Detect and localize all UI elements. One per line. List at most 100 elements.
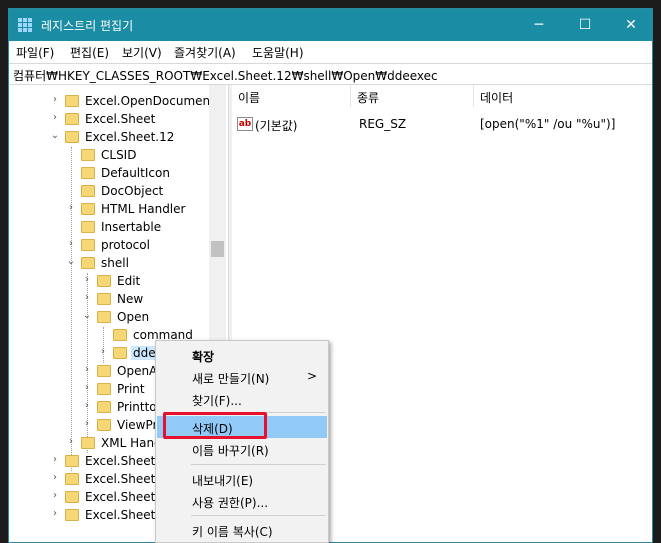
tree-item-protocol[interactable]: › protocol xyxy=(9,236,209,254)
expand-chevron-icon[interactable]: › xyxy=(82,364,92,375)
expand-chevron-icon[interactable]: › xyxy=(82,400,92,411)
registry-editor-icon xyxy=(18,18,32,32)
tree-item-label: Insertable xyxy=(101,220,162,234)
minimize-button[interactable]: ─ xyxy=(516,9,562,41)
menu-help[interactable]: 도움말(H) xyxy=(252,44,304,61)
expand-chevron-icon[interactable]: › xyxy=(50,472,60,483)
folder-icon xyxy=(65,113,79,125)
column-header-label: 이름 xyxy=(238,91,261,105)
context-menu-export[interactable]: 내보내기(E) xyxy=(157,468,327,490)
folder-icon xyxy=(81,203,95,215)
folder-icon xyxy=(65,455,79,467)
context-menu-copy-key-name[interactable]: 키 이름 복사(C) xyxy=(157,519,327,541)
tree-item-edit[interactable]: › Edit xyxy=(9,272,209,290)
folder-icon xyxy=(113,347,127,359)
tree-item-shell[interactable]: ⌄ shell xyxy=(9,254,209,272)
registry-editor-window: 레지스트리 편집기 ─ ☐ ✕ 파일(F) 편집(E) 보기(V) 즐겨찾기(A… xyxy=(8,8,653,543)
context-menu-new[interactable]: 새로 만들기(N) > xyxy=(157,366,327,388)
expand-chevron-icon[interactable]: › xyxy=(82,382,92,393)
value-type: REG_SZ xyxy=(359,117,407,131)
tree-item-label: HTML Handler xyxy=(101,202,186,216)
scrollbar-thumb[interactable] xyxy=(211,241,224,257)
address-path[interactable]: 컴퓨터₩HKEY_CLASSES_ROOT₩Excel.Sheet.12₩she… xyxy=(13,67,438,84)
folder-icon xyxy=(81,185,95,197)
tree-item-excel-sheet-12[interactable]: ⌄ Excel.Sheet.12 xyxy=(9,128,209,146)
string-value-icon: ab xyxy=(237,117,253,131)
value-data: [open("%1" /ou "%u")] xyxy=(480,117,616,131)
maximize-button[interactable]: ☐ xyxy=(562,9,608,41)
tree-item-label: DocObject xyxy=(101,184,164,198)
column-header-label: 종류 xyxy=(357,91,380,105)
expand-chevron-icon[interactable]: › xyxy=(50,94,60,105)
folder-icon xyxy=(81,149,95,161)
context-menu-expand[interactable]: 확장 xyxy=(157,344,327,366)
menu-item-label: 찾기(F)... xyxy=(192,394,242,408)
window-title: 레지스트리 편집기 xyxy=(41,19,134,33)
folder-icon xyxy=(81,239,95,251)
expand-chevron-icon[interactable]: › xyxy=(98,346,108,357)
expand-chevron-icon[interactable]: › xyxy=(66,202,76,213)
collapse-chevron-icon[interactable]: ⌄ xyxy=(50,130,60,141)
menu-favorites[interactable]: 즐겨찾기(A) xyxy=(174,44,236,61)
menu-file[interactable]: 파일(F) xyxy=(16,44,54,61)
tree-item-label: DefaultIcon xyxy=(101,166,170,180)
expand-chevron-icon[interactable]: › xyxy=(66,238,76,249)
folder-icon xyxy=(97,383,111,395)
context-menu-permissions[interactable]: 사용 권한(P)... xyxy=(157,490,327,512)
close-button[interactable]: ✕ xyxy=(608,9,652,41)
tree-item-label: shell xyxy=(101,256,129,270)
menu-bar: 파일(F) 편집(E) 보기(V) 즐겨찾기(A) 도움말(H) xyxy=(9,41,652,63)
tree-item-label: CLSID xyxy=(101,148,137,162)
tree-item-new[interactable]: › New xyxy=(9,290,209,308)
tree-item-label: protocol xyxy=(101,238,150,252)
context-menu-find[interactable]: 찾기(F)... xyxy=(157,388,327,410)
tree-item-open[interactable]: ⌄ Open xyxy=(9,308,209,326)
expand-chevron-icon[interactable]: › xyxy=(82,274,92,285)
column-header-label: 데이터 xyxy=(480,91,514,105)
value-name: (기본값) xyxy=(255,119,298,133)
folder-icon xyxy=(81,437,95,449)
menu-item-label: 새로 만들기(N) xyxy=(192,372,270,386)
folder-icon xyxy=(113,329,127,341)
collapse-chevron-icon[interactable]: ⌄ xyxy=(82,310,92,321)
menu-item-label: 이름 바꾸기(R) xyxy=(192,444,269,458)
folder-icon xyxy=(65,509,79,521)
value-row-default[interactable]: ab (기본값) REG_SZ [open("%1" /ou "%u")] xyxy=(232,115,652,133)
folder-icon xyxy=(65,473,79,485)
folder-icon xyxy=(97,365,111,377)
expand-chevron-icon[interactable]: › xyxy=(50,112,60,123)
menu-edit[interactable]: 편집(E) xyxy=(70,44,109,61)
expand-chevron-icon[interactable]: › xyxy=(66,436,76,447)
tree-item-clsid[interactable]: CLSID xyxy=(9,146,209,164)
address-bar[interactable]: 컴퓨터₩HKEY_CLASSES_ROOT₩Excel.Sheet.12₩she… xyxy=(9,63,652,85)
folder-icon xyxy=(97,275,111,287)
collapse-chevron-icon[interactable]: ⌄ xyxy=(66,256,76,267)
tree-item-excel-sheet[interactable]: › Excel.Sheet xyxy=(9,110,209,128)
menu-item-label: 키 이름 복사(C) xyxy=(192,525,273,539)
expand-chevron-icon[interactable]: › xyxy=(82,418,92,429)
tree-item-defaulticon[interactable]: DefaultIcon xyxy=(9,164,209,182)
context-menu-rename[interactable]: 이름 바꾸기(R) xyxy=(157,438,327,460)
tree-item-label: Edit xyxy=(117,274,141,288)
column-header-name[interactable]: 이름 xyxy=(232,85,350,107)
context-menu: 확장 새로 만들기(N) > 찾기(F)... 삭제(D) 이름 바꾸기(R) … xyxy=(155,340,329,543)
folder-icon xyxy=(97,419,111,431)
tree-item-html-handler[interactable]: › HTML Handler xyxy=(9,200,209,218)
tree-item-label: Open xyxy=(117,310,150,324)
expand-chevron-icon[interactable]: › xyxy=(50,490,60,501)
tree-item-docobject[interactable]: DocObject xyxy=(9,182,209,200)
column-header-data[interactable]: 데이터 xyxy=(474,85,652,107)
tree-item-label: XML Hand xyxy=(101,436,162,450)
expand-chevron-icon[interactable]: › xyxy=(50,508,60,519)
folder-icon xyxy=(65,491,79,503)
annotation-highlight-box xyxy=(163,412,267,439)
expand-chevron-icon[interactable]: › xyxy=(50,454,60,465)
title-bar[interactable]: 레지스트리 편집기 ─ ☐ ✕ xyxy=(9,9,652,41)
menu-view[interactable]: 보기(V) xyxy=(122,44,162,61)
expand-chevron-icon[interactable]: › xyxy=(82,292,92,303)
column-header-type[interactable]: 종류 xyxy=(351,85,473,107)
tree-item-label: Printto xyxy=(117,400,157,414)
tree-item-insertable[interactable]: Insertable xyxy=(9,218,209,236)
tree-item-label: Print xyxy=(117,382,145,396)
tree-item-excel-opendocument[interactable]: › Excel.OpenDocumentS xyxy=(9,92,222,110)
